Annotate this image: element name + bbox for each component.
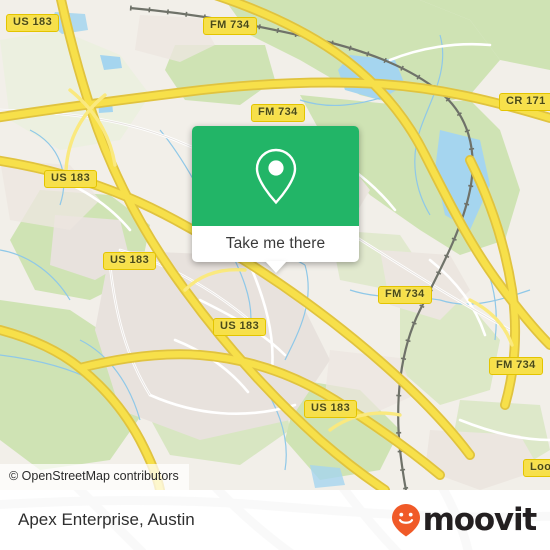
road-shield-label: Loop: [523, 459, 550, 477]
road-shield-label: US 183: [213, 318, 267, 336]
road-shield-label: CR 171: [499, 93, 550, 111]
road-shield-label: US 183: [103, 252, 157, 270]
road-shield-label: FM 734: [489, 357, 543, 375]
popup-action-label: Take me there: [225, 235, 326, 252]
footer-bar: Apex Enterprise, Austin moovit: [0, 490, 550, 550]
popup-tail-pointer: [264, 261, 287, 273]
map-pin-icon: [255, 148, 296, 205]
popup-icon-panel: [192, 126, 359, 226]
road-shield-label: US 183: [304, 400, 358, 418]
take-me-there-popup[interactable]: Take me there: [192, 126, 359, 273]
map-canvas[interactable]: US 183 FM 734 FM 734 CR 171 US 183 US 183 FM 7…: [0, 0, 550, 490]
road-shield-label: FM 734: [251, 104, 305, 122]
moovit-wordmark: moovit: [422, 501, 538, 538]
road-shield-label: US 183: [6, 14, 60, 32]
popup-action-panel[interactable]: Take me there: [192, 226, 359, 273]
road-shield-label: FM 734: [378, 286, 432, 304]
place-title: Apex Enterprise, Austin: [18, 510, 195, 529]
moovit-smiley-pin-icon: [391, 504, 420, 537]
road-shield-label: US 183: [44, 170, 98, 188]
map-attribution: © OpenStreetMap contributors: [0, 464, 189, 490]
moovit-logo[interactable]: moovit: [391, 501, 538, 538]
road-shield-label: FM 734: [203, 17, 257, 35]
